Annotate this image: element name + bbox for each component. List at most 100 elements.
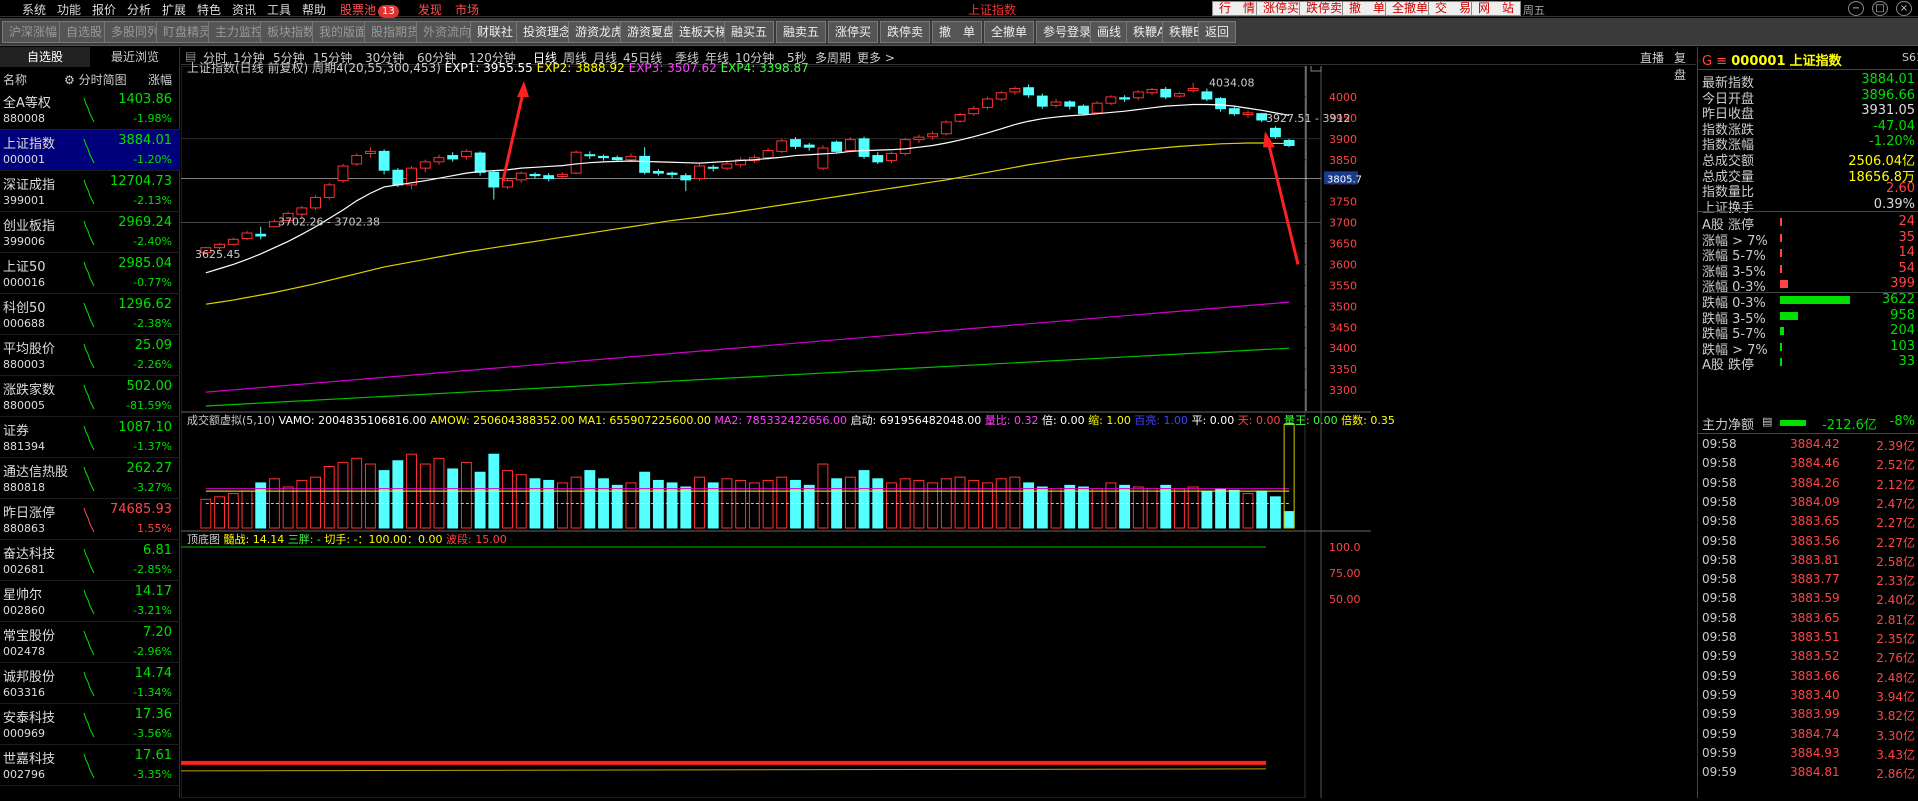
candle-body <box>954 114 966 122</box>
tab-period[interactable]: 更多 > <box>857 49 895 66</box>
candle-body <box>241 232 253 239</box>
close-icon[interactable]: × <box>1896 1 1912 16</box>
candle-body <box>899 139 911 154</box>
menu-analysis[interactable]: 分析 <box>127 1 151 18</box>
list-item[interactable]: 昨日涨停 880863 74685.93 1.55% <box>0 499 180 540</box>
volume-bar <box>1078 486 1089 529</box>
tab-margin-buy5[interactable]: 融买五 <box>724 21 775 43</box>
tick-amount: 2.12亿 <box>1876 477 1915 492</box>
volume-bar <box>707 482 719 529</box>
list-item[interactable]: 星帅尔 002860 14.17 -3.21% <box>0 581 180 622</box>
list-item[interactable]: 诚邦股份 603316 14.74 -1.34% <box>0 663 180 704</box>
menu-market[interactable]: 市场 <box>455 1 479 18</box>
menu-extension[interactable]: 扩展 <box>162 1 186 18</box>
candle-body <box>378 150 390 171</box>
stock-change: -0.77% <box>133 276 172 289</box>
tab-login[interactable]: 参号登录 <box>1036 21 1099 43</box>
menu-stock-pool[interactable]: 股票池 13 <box>340 1 399 18</box>
list-item[interactable]: 安泰科技 000969 17.36 -3.56% <box>0 704 180 745</box>
menu-tools[interactable]: 工具 <box>267 1 291 18</box>
tick-row: 09:58 3883.59 2.40亿 <box>1702 590 1915 609</box>
tab-period[interactable]: 多周期 <box>815 49 851 66</box>
menu-feature[interactable]: 特色 <box>197 1 221 18</box>
volume-bar <box>584 470 596 529</box>
vol-lb: 量比: 0.32 <box>984 414 1039 427</box>
list-item[interactable]: 上证指数 000001 3884.01 -1.20% <box>0 130 180 171</box>
menu-function[interactable]: 功能 <box>57 1 81 18</box>
tick-price: 3883.66 <box>1790 668 1840 683</box>
volume-bar <box>982 482 993 529</box>
quick-website-button[interactable]: 网 站 <box>1471 1 1522 16</box>
menu-news[interactable]: 资讯 <box>232 1 256 18</box>
kline-chart[interactable]: 4000395039003850380037503700365036003550… <box>180 60 1696 799</box>
list-item[interactable]: 平均股价 880003 25.09 -2.26% <box>0 335 180 376</box>
y-tick-label: 3300 <box>1329 384 1357 397</box>
tick-time: 09:58 <box>1702 610 1737 625</box>
tab-cancel-all[interactable]: 全撤单 <box>984 21 1035 43</box>
candle-body <box>502 180 513 188</box>
menu-discover[interactable]: 发现 <box>418 1 442 18</box>
tab-recent[interactable]: 最近浏览 <box>90 47 180 67</box>
chart-tool-button[interactable]: 直播 <box>1640 49 1664 66</box>
tab-back[interactable]: 返回 <box>1198 21 1237 43</box>
stock-name: 通达信热股 <box>3 465 69 480</box>
ind-d: 波段: 15.00 <box>446 533 507 546</box>
tab-draw[interactable]: 画线 <box>1090 21 1129 43</box>
ind-c: 切手: -：100.00：0.00 <box>324 533 443 546</box>
tab-margin-sell5[interactable]: 融卖五 <box>776 21 827 43</box>
tab-hs-rank[interactable]: 沪深涨幅 <box>2 21 65 43</box>
list-item[interactable]: 上证50 000016 2985.04 -0.77% <box>0 253 180 294</box>
tick-time: 09:59 <box>1702 707 1737 722</box>
y-tick-label: 3450 <box>1329 321 1357 334</box>
list-item[interactable]: 创业板指 399006 2969.24 -2.40% <box>0 212 180 253</box>
tick-price: 3884.93 <box>1790 745 1840 760</box>
tick-time: 09:59 <box>1702 765 1737 780</box>
quote-panel: G ≡ 000001 上证指数 S61 最新指数3884.01今日开盘3896.… <box>1697 47 1918 798</box>
list-item[interactable]: 常宝股份 002478 7.20 -2.96% <box>0 622 180 663</box>
breadth-row: A股 跌停 33 <box>1702 353 1915 373</box>
list-item[interactable]: 通达信热股 880818 262.27 -3.27% <box>0 458 180 499</box>
maximize-icon[interactable]: □ <box>1872 1 1888 16</box>
col-change[interactable]: 涨幅 <box>148 71 172 88</box>
col-chart[interactable]: ⚙ 分时简图 <box>64 71 127 88</box>
tab-cancel[interactable]: 撤 单 <box>932 21 983 43</box>
tab-limit-down-sell[interactable]: 跌停卖 <box>880 21 931 43</box>
tick-row: 09:58 3884.46 2.52亿 <box>1702 455 1915 474</box>
stock-name: 上证50 <box>3 260 46 275</box>
list-item[interactable]: 世嘉科技 002796 17.61 -3.35% <box>0 745 180 786</box>
sparkline <box>83 548 95 574</box>
sparkline <box>83 384 95 410</box>
tick-amount: 3.30亿 <box>1876 728 1915 743</box>
tab-limit-up-buy[interactable]: 涨停买 <box>828 21 879 43</box>
quick-quote-button[interactable]: 行 情 <box>1212 1 1263 16</box>
list-item[interactable]: 涨跌家数 880005 502.00 -81.59% <box>0 376 180 417</box>
tab-self-select[interactable]: 自选股 <box>0 47 90 67</box>
volume-bar <box>351 457 363 529</box>
volume-bar <box>927 482 939 529</box>
menu-quote[interactable]: 报价 <box>92 1 116 18</box>
tab-foreign-flow[interactable]: 外资流向 <box>416 21 479 43</box>
list-item[interactable]: 科创50 000688 1296.62 -2.38% <box>0 294 180 335</box>
list-item[interactable]: 证券 881394 1087.10 -1.37% <box>0 417 180 458</box>
col-name[interactable]: 名称 <box>3 71 27 88</box>
grid-icon[interactable]: ▤ <box>1762 415 1772 428</box>
minimize-icon[interactable]: − <box>1848 1 1864 16</box>
tab-cls[interactable]: 财联社 <box>470 21 521 43</box>
list-item[interactable]: 奋达科技 002681 6.81 -2.85% <box>0 540 180 581</box>
candle-body <box>598 155 609 159</box>
menu-system[interactable]: 系统 <box>22 1 46 18</box>
stock-price: 2969.24 <box>118 215 172 230</box>
candle-body <box>474 152 486 173</box>
volume-bar <box>968 479 980 529</box>
candle-body <box>1242 112 1254 116</box>
tab-watchlist[interactable]: 自选股 <box>59 21 110 43</box>
candle-body <box>1215 98 1227 110</box>
list-item[interactable]: 深证成指 399001 12704.73 -2.13% <box>0 171 180 212</box>
stock-name: 诚邦股份 <box>3 670 56 685</box>
candle-body <box>625 155 637 161</box>
right-label: 3927.51 - 3912 <box>1266 112 1350 125</box>
menu-help[interactable]: 帮助 <box>302 1 326 18</box>
col-chart-label: 分时简图 <box>78 73 127 87</box>
list-item[interactable]: 全A等权 880008 1403.86 -1.98% <box>0 89 180 130</box>
ma-magenta-line <box>205 301 1290 393</box>
